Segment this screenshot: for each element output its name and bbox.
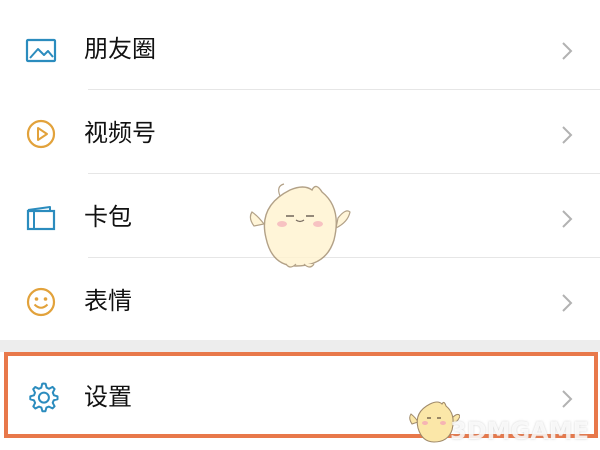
mascot-watermark-icon [246, 178, 354, 270]
chevron-right-icon [558, 388, 576, 410]
menu-item-label: 卡包 [84, 203, 132, 231]
chevron-right-icon [558, 40, 576, 62]
menu-item-label: 视频号 [84, 119, 156, 147]
menu-item-moments[interactable]: 朋友圈 [0, 6, 600, 90]
menu-item-label: 朋友圈 [84, 35, 156, 63]
menu-item-label: 设置 [84, 383, 132, 411]
card-wallet-icon [24, 201, 58, 235]
chevron-right-icon [558, 124, 576, 146]
section-gap [0, 340, 600, 352]
photo-icon [24, 33, 58, 67]
chevron-right-icon [558, 292, 576, 314]
menu-item-label: 表情 [84, 287, 132, 315]
smiley-icon [24, 285, 58, 319]
gear-icon [26, 380, 60, 414]
play-circle-icon [24, 117, 58, 151]
menu-item-channels[interactable]: 视频号 [0, 90, 600, 174]
menu-item-stickers[interactable]: 表情 [0, 258, 600, 342]
watermark-logo-text: 3DMGAME [450, 417, 590, 445]
chevron-right-icon [558, 208, 576, 230]
